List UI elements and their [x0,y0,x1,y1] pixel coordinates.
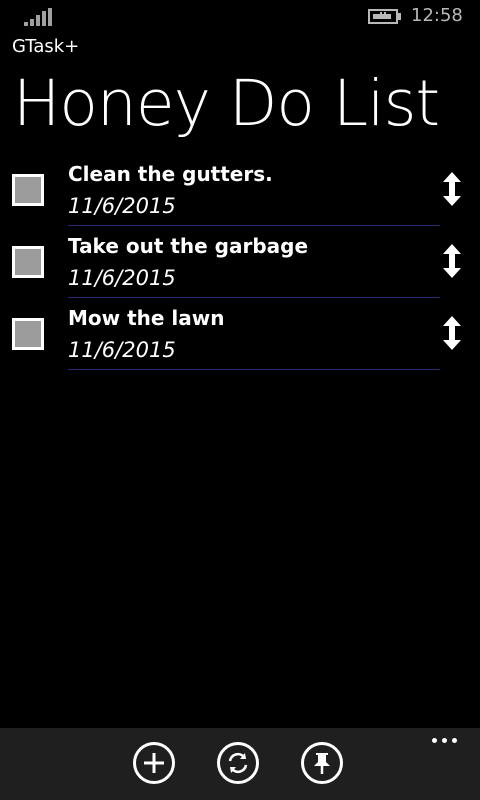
task-row[interactable]: Take out the garbage 11/6/2015 [0,226,480,298]
add-button[interactable] [133,742,175,784]
app-name: GTask+ [12,36,80,57]
task-row[interactable]: Clean the gutters. 11/6/2015 [0,154,480,226]
reorder-handle-icon[interactable] [440,243,464,279]
pin-button[interactable] [301,742,343,784]
task-checkbox[interactable] [12,174,44,206]
sync-button[interactable] [217,742,259,784]
task-date: 11/6/2015 [68,266,176,290]
task-list: Clean the gutters. 11/6/2015 Take out th… [0,154,480,370]
reorder-handle-icon[interactable] [440,171,464,207]
sync-icon [228,752,248,774]
signal-strength-icon [24,8,54,26]
battery-charging-icon [368,9,402,24]
add-icon [144,753,164,773]
status-bar: 12:58 [0,0,480,32]
task-title[interactable]: Clean the gutters. [68,162,273,186]
pin-icon [314,753,330,774]
task-divider [68,369,440,370]
task-row[interactable]: Mow the lawn 11/6/2015 [0,298,480,370]
task-date: 11/6/2015 [68,338,176,362]
task-title[interactable]: Take out the garbage [68,234,308,258]
task-checkbox[interactable] [12,318,44,350]
status-clock: 12:58 [411,5,463,26]
more-options-icon[interactable] [432,738,458,744]
app-bar [0,728,480,800]
task-checkbox[interactable] [12,246,44,278]
page-title: Honey Do List [13,67,440,140]
reorder-handle-icon[interactable] [440,315,464,351]
task-title[interactable]: Mow the lawn [68,306,224,330]
task-date: 11/6/2015 [68,194,176,218]
